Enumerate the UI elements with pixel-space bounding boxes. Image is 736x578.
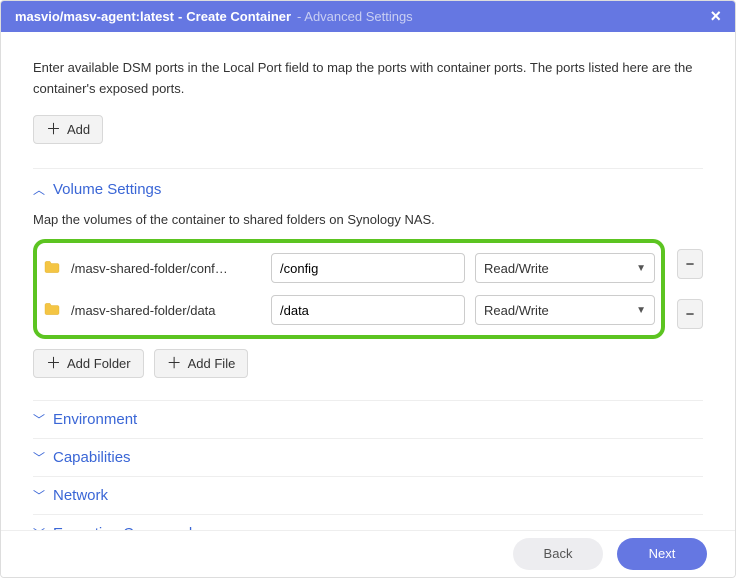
section-header-capabilities[interactable]: ﹀ Capabilities (33, 439, 703, 476)
section-header-execution[interactable]: ﹀ Execution Command (33, 515, 703, 529)
titlebar: masvio/masv-agent:latest - Create Contai… (1, 1, 735, 32)
volume-row-2-outer: /masv-shared-folder/data Read/Write ▼ − (33, 289, 703, 339)
section-header-network[interactable]: ﹀ Network (33, 477, 703, 514)
volume-permission-value: Read/Write (484, 303, 549, 318)
volume-host-path: /masv-shared-folder/data (71, 303, 261, 318)
section-volume: ︿ Volume Settings Map the volumes of the… (33, 168, 703, 379)
plus-icon: ＋ (46, 122, 61, 137)
add-folder-button[interactable]: ＋ Add Folder (33, 349, 144, 378)
add-file-label: Add File (188, 356, 236, 371)
create-container-window: masvio/masv-agent:latest - Create Contai… (0, 0, 736, 578)
add-folder-label: Add Folder (67, 356, 131, 371)
plus-icon: ＋ (46, 356, 61, 371)
section-header-environment[interactable]: ﹀ Environment (33, 401, 703, 438)
section-title-volume: Volume Settings (53, 181, 161, 198)
volume-row-2: /masv-shared-folder/data Read/Write ▼ (43, 291, 655, 329)
folder-icon (43, 260, 61, 277)
section-capabilities: ﹀ Capabilities (33, 438, 703, 476)
section-title-capabilities: Capabilities (53, 449, 131, 466)
volume-permission-value: Read/Write (484, 261, 549, 276)
chevron-down-icon: ﹀ (33, 487, 45, 504)
close-icon[interactable]: × (710, 6, 721, 27)
chevron-down-icon: ▼ (636, 263, 646, 274)
volume-row-1-outer: /masv-shared-folder/conf… Read/Write ▼ − (33, 239, 703, 289)
section-title-network: Network (53, 487, 108, 504)
back-button[interactable]: Back (513, 538, 603, 570)
remove-volume-button[interactable]: − (677, 249, 703, 279)
body-scroll[interactable]: Enter available DSM ports in the Local P… (1, 32, 735, 529)
volume-row-highlight-bottom: /masv-shared-folder/data Read/Write ▼ (33, 289, 665, 339)
footer: Back Next (1, 530, 735, 577)
next-button[interactable]: Next (617, 538, 707, 570)
chevron-down-icon: ﹀ (33, 449, 45, 466)
port-settings-description: Enter available DSM ports in the Local P… (33, 58, 703, 98)
section-environment: ﹀ Environment (33, 400, 703, 438)
section-header-volume[interactable]: ︿ Volume Settings (33, 169, 703, 206)
add-file-button[interactable]: ＋ Add File (154, 349, 249, 378)
add-port-button[interactable]: ＋ Add (33, 115, 103, 144)
remove-volume-button[interactable]: − (677, 299, 703, 329)
minus-icon: − (686, 307, 695, 322)
minus-icon: − (686, 257, 695, 272)
image-title: masvio/masv-agent:latest (15, 9, 174, 24)
chevron-up-icon: ︿ (33, 181, 45, 198)
plus-icon: ＋ (167, 356, 182, 371)
section-title-execution: Execution Command (53, 525, 192, 529)
volume-host-path: /masv-shared-folder/conf… (71, 261, 261, 276)
volume-row-highlight-top: /masv-shared-folder/conf… Read/Write ▼ (33, 239, 665, 289)
section-title-environment: Environment (53, 411, 137, 428)
volume-mount-input[interactable] (271, 253, 465, 283)
window-action: Create Container (186, 9, 291, 24)
chevron-down-icon: ﹀ (33, 525, 45, 529)
section-network: ﹀ Network (33, 476, 703, 514)
chevron-down-icon: ﹀ (33, 411, 45, 428)
volume-permission-select[interactable]: Read/Write ▼ (475, 295, 655, 325)
volume-row-1: /masv-shared-folder/conf… Read/Write ▼ (43, 249, 655, 287)
folder-icon (43, 302, 61, 319)
volume-mount-input[interactable] (271, 295, 465, 325)
volume-actions: ＋ Add Folder ＋ Add File (33, 349, 703, 378)
volume-permission-select[interactable]: Read/Write ▼ (475, 253, 655, 283)
add-port-label: Add (67, 122, 90, 137)
section-execution: ﹀ Execution Command (33, 514, 703, 529)
volume-description: Map the volumes of the container to shar… (33, 210, 703, 230)
chevron-down-icon: ▼ (636, 305, 646, 316)
window-subtitle: - Advanced Settings (297, 9, 413, 24)
